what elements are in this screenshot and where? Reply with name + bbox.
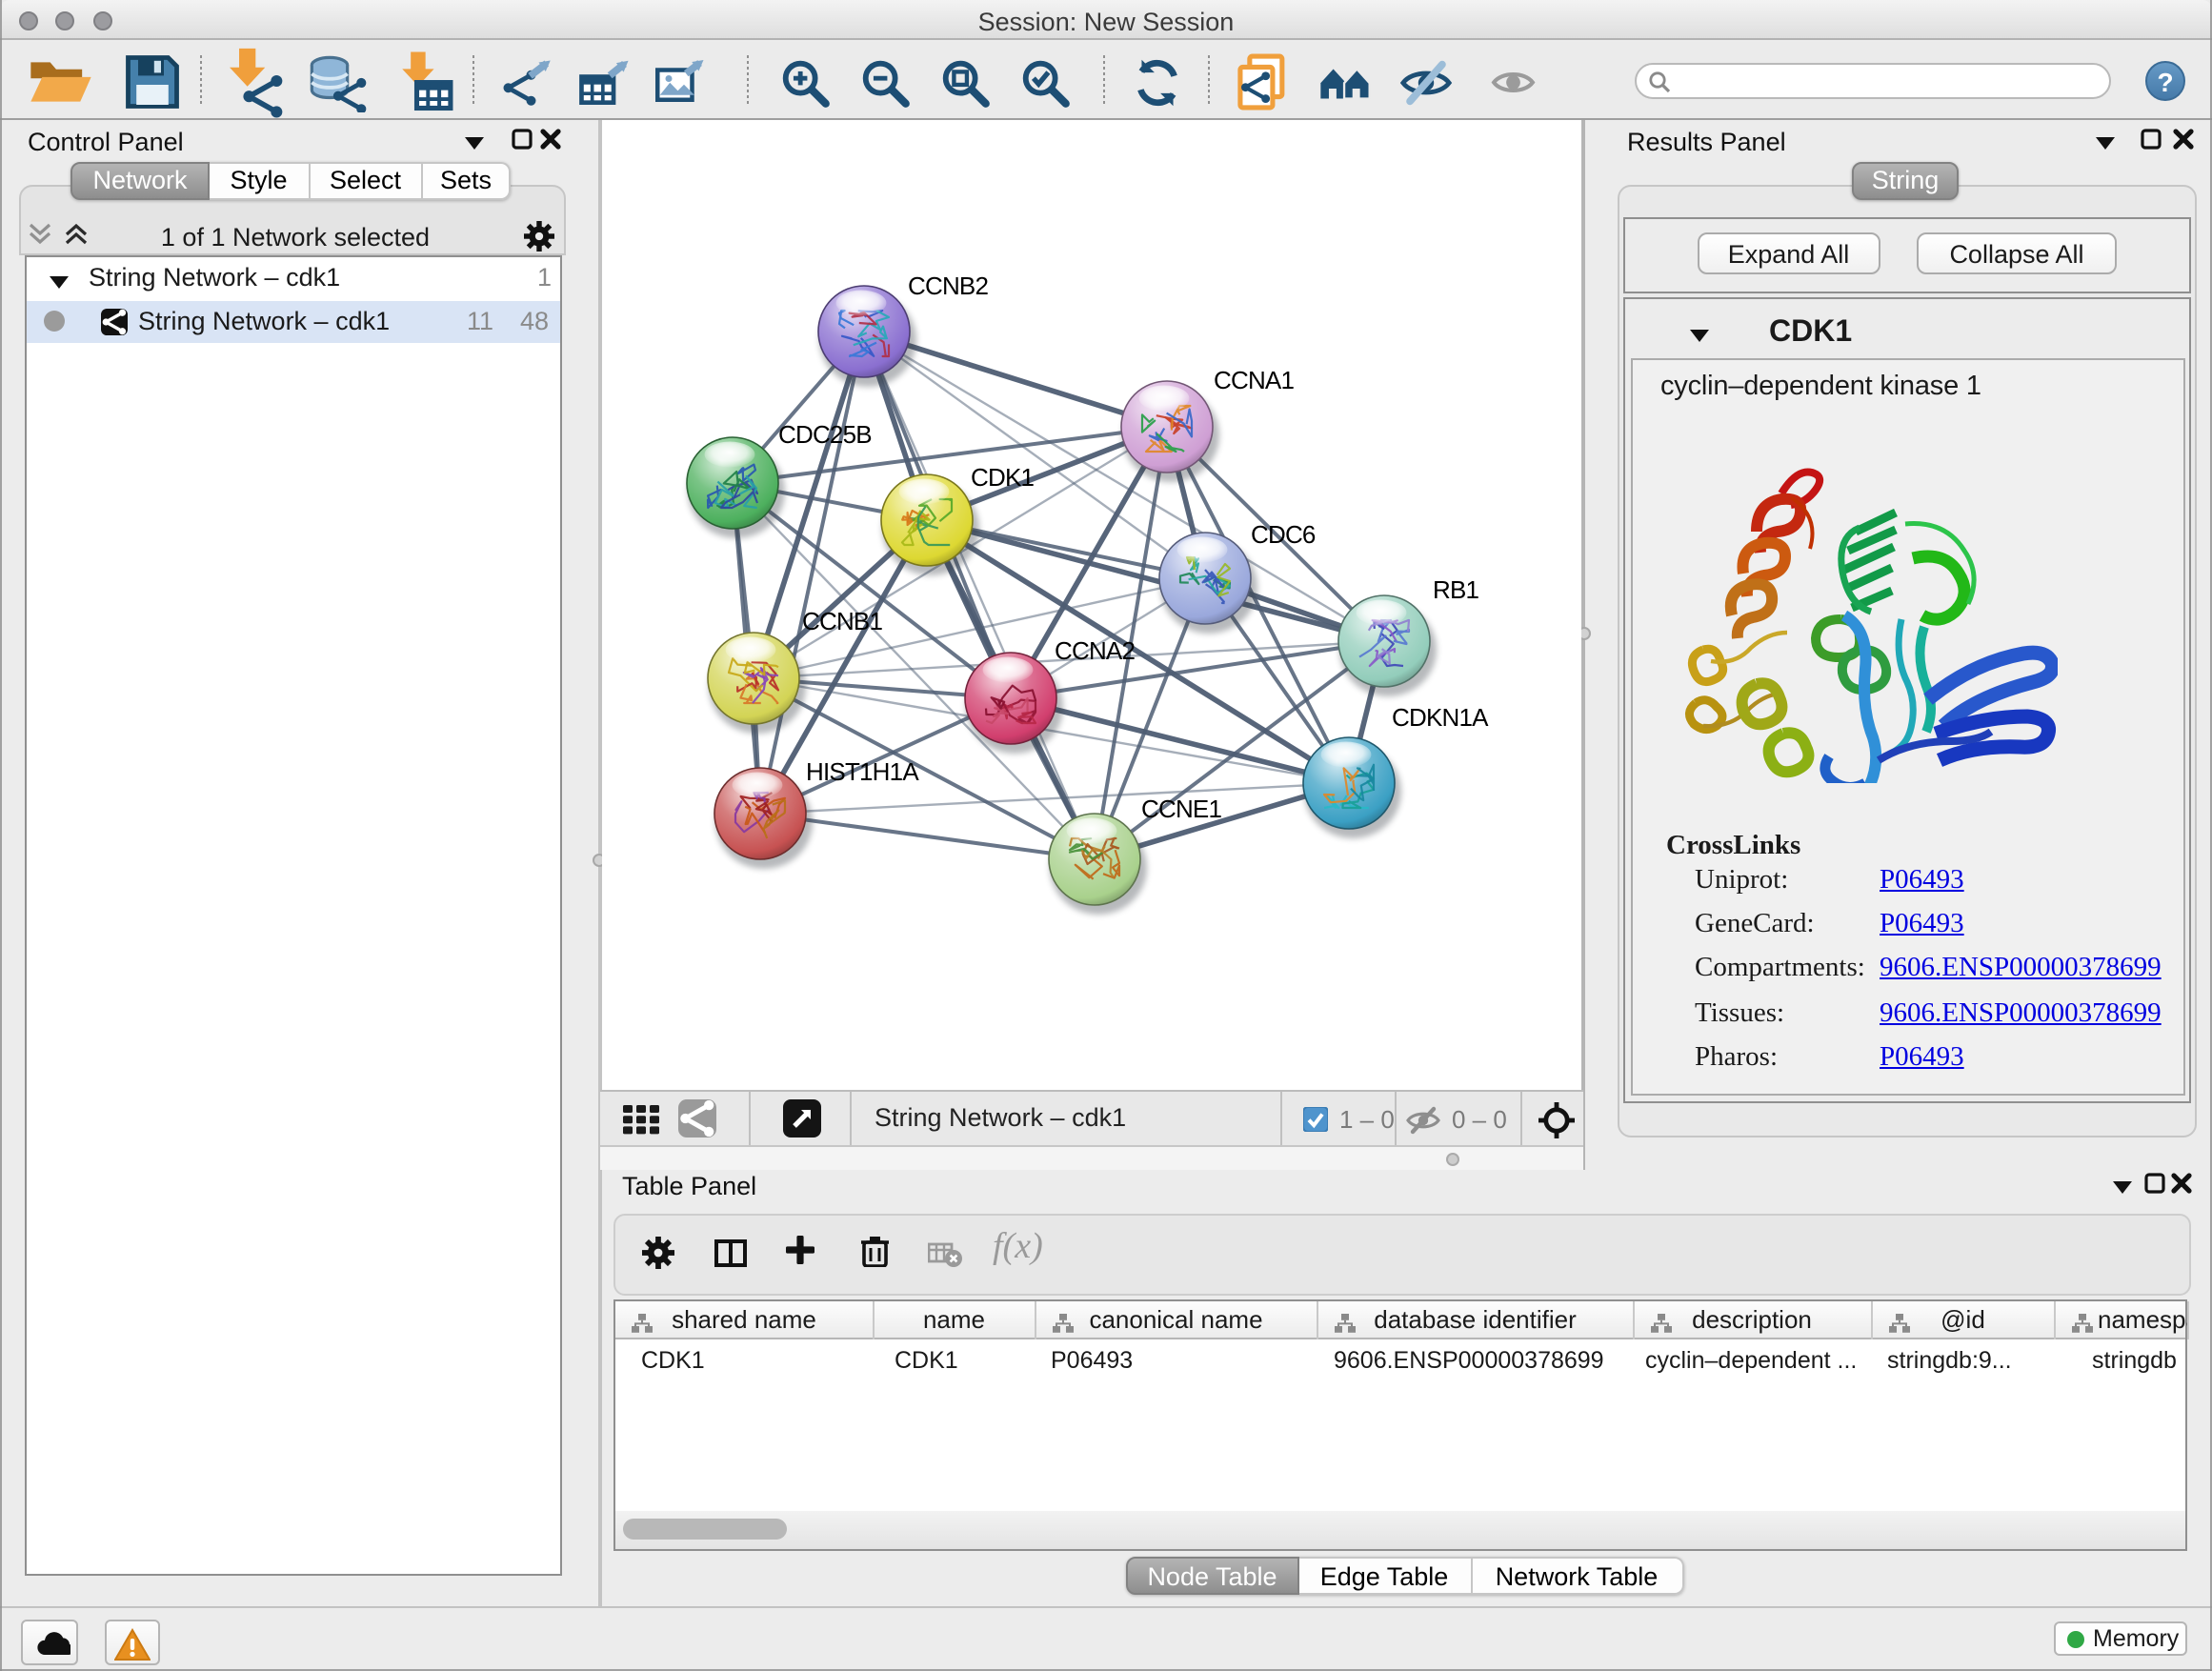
svg-text:CCNB2: CCNB2: [907, 272, 987, 300]
svg-text:CCNB1: CCNB1: [801, 607, 881, 635]
svg-text:CCNA1: CCNA1: [1213, 366, 1293, 394]
svg-text:HIST1H1A: HIST1H1A: [805, 757, 918, 786]
svg-text:CDK1: CDK1: [970, 463, 1033, 492]
svg-text:CCNE1: CCNE1: [1140, 795, 1220, 823]
svg-text:CCNA2: CCNA2: [1054, 636, 1134, 665]
svg-text:CDKN1A: CDKN1A: [1391, 703, 1488, 732]
svg-text:RB1: RB1: [1432, 575, 1478, 604]
svg-text:CDC25B: CDC25B: [777, 420, 871, 449]
svg-text:CDC6: CDC6: [1250, 520, 1315, 549]
